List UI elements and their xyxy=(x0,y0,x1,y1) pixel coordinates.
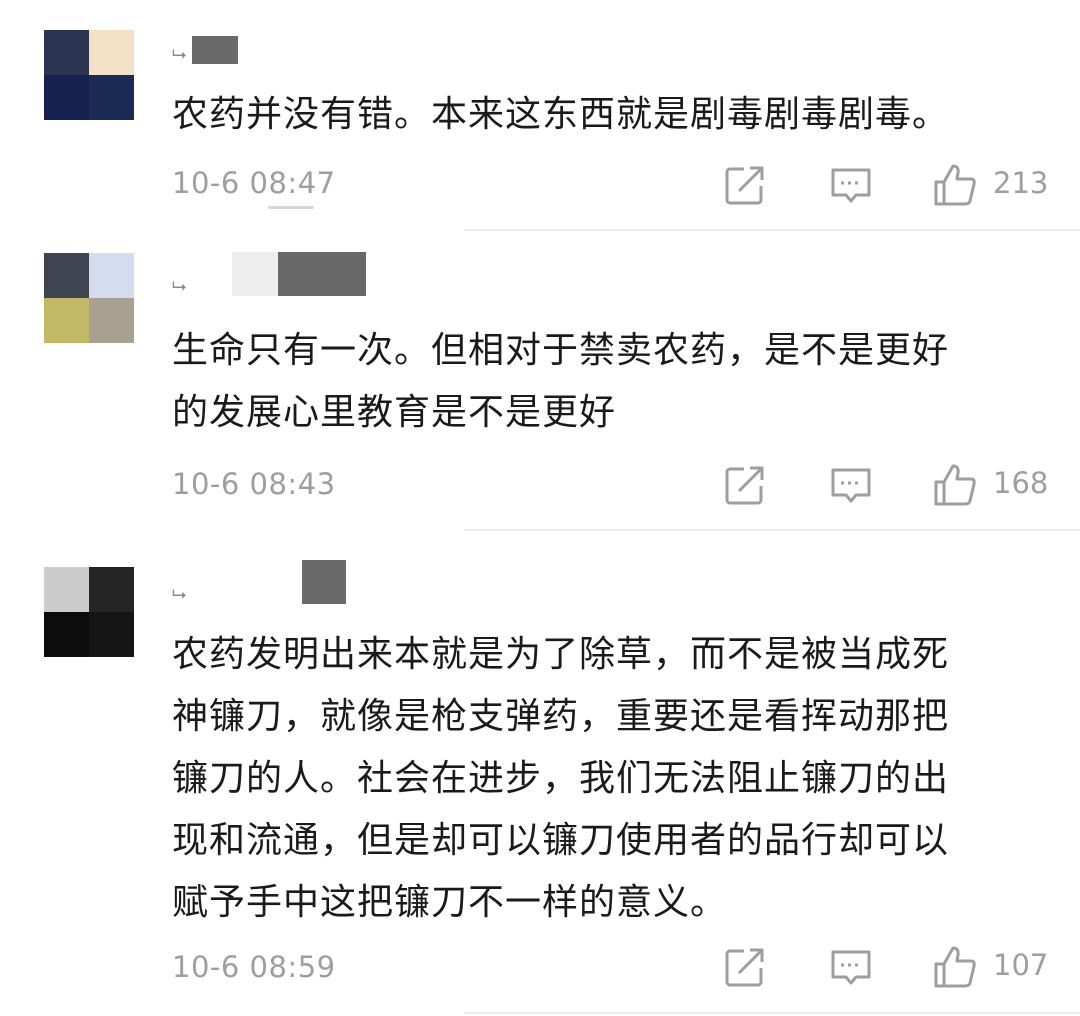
share-icon[interactable] xyxy=(722,944,768,990)
divider xyxy=(464,1012,1080,1014)
comment-actions: 107 xyxy=(0,944,1080,994)
username-fragment: ⮡ xyxy=(172,584,187,605)
avatar[interactable] xyxy=(44,567,134,657)
comment-icon[interactable] xyxy=(828,944,874,990)
username-blurred[interactable]: ⮡ xyxy=(172,560,347,605)
comment-item: ⮡ 农药发明出来本就是为了除草，而不是被当成死 神镰刀，就像是枪支弹药，重要还是… xyxy=(0,0,1080,1016)
thumbs-up-icon[interactable] xyxy=(932,944,978,990)
comment-text: 农药发明出来本就是为了除草，而不是被当成死 神镰刀，就像是枪支弹药，重要还是看挥… xyxy=(172,634,950,923)
like-count: 107 xyxy=(993,948,1049,982)
